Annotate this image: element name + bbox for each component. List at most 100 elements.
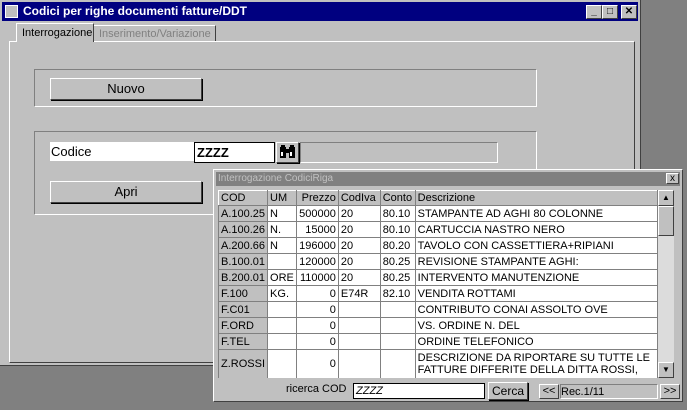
cell-conto[interactable] — [379, 333, 416, 350]
cell-codiva[interactable] — [337, 301, 381, 318]
scroll-down-button[interactable]: ▼ — [658, 362, 674, 378]
next-page-button[interactable]: >> — [660, 384, 680, 399]
cerca-button[interactable]: Cerca — [488, 382, 528, 400]
cell-descr[interactable]: INTERVENTO MANUTENZIONE — [414, 269, 658, 286]
cell-descr[interactable]: CARTUCCIA NASTRO NERO — [414, 221, 658, 238]
column-header-cod[interactable]: COD — [218, 190, 269, 206]
cell-descr[interactable]: REVISIONE STAMPANTE AGHI: — [414, 253, 658, 270]
app-icon[interactable] — [5, 5, 18, 18]
cell-prezzo[interactable]: 120000 — [295, 253, 339, 270]
cell-codiva[interactable]: E74R — [337, 285, 381, 302]
column-header-prezzo[interactable]: Prezzo — [295, 190, 339, 206]
table-row[interactable]: A.100.26 N. 15000 20 80.10 CARTUCCIA NASTRO N… — [218, 221, 658, 238]
cell-descr[interactable]: VS. ORDINE N. DEL — [414, 317, 658, 334]
scroll-up-button[interactable]: ▲ — [658, 190, 674, 206]
cell-prezzo[interactable]: 0 — [295, 333, 339, 350]
column-header-codiva[interactable]: CodIva — [337, 190, 381, 206]
table-row[interactable]: F.C01 0 CONTRIBUTO CONAI ASSOLTO OVE — [218, 301, 658, 318]
cell-descr[interactable]: ORDINE TELEFONICO — [414, 333, 658, 350]
table-row[interactable]: B.100.01 120000 20 80.25 REVISIONE STAMPANTE… — [218, 253, 658, 270]
table-row[interactable]: A.100.25 N 500000 20 80.10 STAMPANTE AD AGHI … — [218, 205, 658, 222]
record-status: Rec.1/11 — [560, 384, 658, 399]
table-row[interactable]: F.100 KG. 0 E74R 82.10 VENDITA ROTTAMI — [218, 285, 658, 302]
grid-vertical-scrollbar[interactable]: ▲ ▼ — [658, 190, 674, 378]
cell-conto[interactable]: 80.20 — [379, 237, 416, 254]
cell-cod[interactable]: Z.ROSSI — [218, 349, 269, 378]
cell-descr[interactable]: DESCRIZIONE DA RIPORTARE SU TUTTE LE FAT… — [414, 349, 658, 378]
table-row[interactable]: Z.ROSSI 0 DESCRIZIONE DA RIPORTARE SU TUTT… — [218, 349, 658, 378]
cell-um[interactable] — [267, 333, 297, 350]
cell-conto[interactable]: 80.10 — [379, 221, 416, 238]
tab-inserimento-variazione[interactable]: Inserimento/Variazione — [94, 25, 216, 41]
cell-codiva[interactable] — [337, 333, 381, 350]
table-row[interactable]: B.200.01 ORE 110000 20 80.25 INTERVENTO MANUT… — [218, 269, 658, 286]
cell-prezzo[interactable]: 0 — [295, 285, 339, 302]
column-header-um[interactable]: UM — [267, 190, 297, 206]
cell-descr[interactable]: VENDITA ROTTAMI — [414, 285, 658, 302]
cell-cod[interactable]: A.200.66 — [218, 237, 269, 254]
cell-cod[interactable]: F.TEL — [218, 333, 269, 350]
search-cod-input[interactable]: ZZZZ — [353, 383, 485, 399]
nuovo-button[interactable]: Nuovo — [50, 78, 202, 100]
tab-interrogazione[interactable]: Interrogazione — [16, 23, 94, 42]
cell-codiva[interactable]: 20 — [337, 253, 381, 270]
table-row[interactable]: A.200.66 N 196000 20 80.20 TAVOLO CON CASSETT… — [218, 237, 658, 254]
cell-descr[interactable]: TAVOLO CON CASSETTIERA+RIPIANI — [414, 237, 658, 254]
cell-um[interactable] — [267, 253, 297, 270]
column-header-conto[interactable]: Conto — [379, 190, 416, 206]
close-button[interactable]: ✕ — [621, 5, 637, 19]
cell-conto[interactable] — [379, 317, 416, 334]
maximize-button[interactable]: □ — [602, 5, 618, 19]
cell-prezzo[interactable]: 15000 — [295, 221, 339, 238]
cell-codiva[interactable]: 20 — [337, 221, 381, 238]
cell-cod[interactable]: B.200.01 — [218, 269, 269, 286]
table-row[interactable]: F.ORD 0 VS. ORDINE N. DEL — [218, 317, 658, 334]
cell-cod[interactable]: F.C01 — [218, 301, 269, 318]
cell-conto[interactable] — [379, 349, 416, 378]
cell-um[interactable] — [267, 349, 297, 378]
cell-codiva[interactable]: 20 — [337, 205, 381, 222]
cell-conto[interactable]: 80.25 — [379, 253, 416, 270]
cell-um[interactable] — [267, 317, 297, 334]
cell-descr[interactable]: CONTRIBUTO CONAI ASSOLTO OVE — [414, 301, 658, 318]
codes-grid[interactable]: COD UM Prezzo CodIva Conto Descrizione A… — [218, 190, 658, 378]
lookup-close-button[interactable]: x — [666, 173, 679, 184]
cell-um[interactable]: ORE — [267, 269, 297, 286]
cell-codiva[interactable]: 20 — [337, 237, 381, 254]
cell-conto[interactable] — [379, 301, 416, 318]
cell-codiva[interactable] — [337, 317, 381, 334]
previous-page-button[interactable]: << — [539, 384, 559, 399]
cell-prezzo[interactable]: 500000 — [295, 205, 339, 222]
cell-cod[interactable]: F.100 — [218, 285, 269, 302]
cell-um[interactable] — [267, 301, 297, 318]
cell-um[interactable]: N — [267, 237, 297, 254]
cell-cod[interactable]: B.100.01 — [218, 253, 269, 270]
table-row[interactable]: F.TEL 0 ORDINE TELEFONICO — [218, 333, 658, 350]
cell-prezzo[interactable]: 0 — [295, 301, 339, 318]
cell-cod[interactable]: A.100.26 — [218, 221, 269, 238]
cell-prezzo[interactable]: 0 — [295, 317, 339, 334]
search-cod-label: ricerca COD — [286, 383, 347, 395]
lookup-title-bar[interactable]: Interrogazione CodiciRiga — [216, 172, 680, 186]
cell-um[interactable]: N. — [267, 221, 297, 238]
cell-prezzo[interactable]: 110000 — [295, 269, 339, 286]
cell-conto[interactable]: 80.10 — [379, 205, 416, 222]
cell-codiva[interactable] — [337, 349, 381, 378]
cell-cod[interactable]: A.100.25 — [218, 205, 269, 222]
codice-input[interactable]: ZZZZ — [194, 142, 275, 163]
apri-button[interactable]: Apri — [50, 181, 202, 203]
cell-codiva[interactable]: 20 — [337, 269, 381, 286]
cell-descr[interactable]: STAMPANTE AD AGHI 80 COLONNE — [414, 205, 658, 222]
title-bar[interactable]: Codici per righe documenti fatture/DDT _… — [2, 2, 638, 21]
scroll-thumb[interactable] — [658, 206, 674, 236]
cell-prezzo[interactable]: 196000 — [295, 237, 339, 254]
cell-um[interactable]: KG. — [267, 285, 297, 302]
search-code-button[interactable] — [276, 142, 299, 163]
cell-conto[interactable]: 80.25 — [379, 269, 416, 286]
cell-prezzo[interactable]: 0 — [295, 349, 339, 378]
column-header-descrizione[interactable]: Descrizione — [414, 190, 658, 206]
cell-um[interactable]: N — [267, 205, 297, 222]
minimize-button[interactable]: _ — [586, 5, 602, 19]
cell-cod[interactable]: F.ORD — [218, 317, 269, 334]
cell-conto[interactable]: 82.10 — [379, 285, 416, 302]
